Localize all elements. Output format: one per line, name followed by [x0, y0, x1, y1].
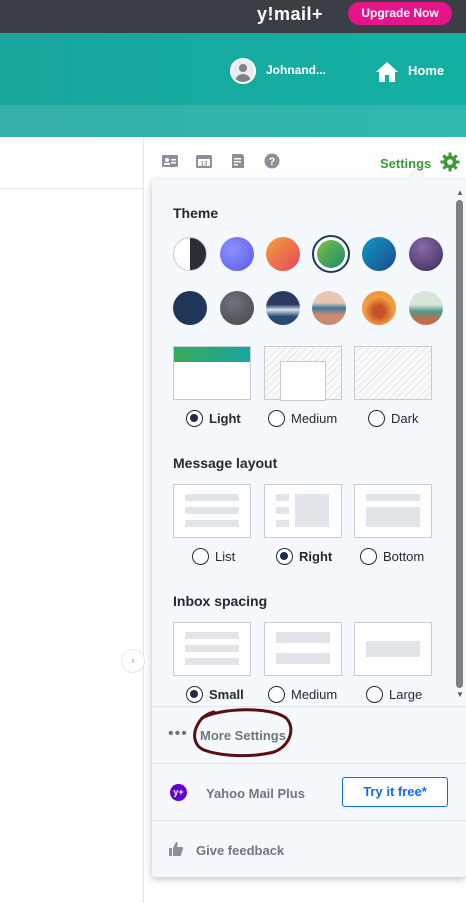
upgrade-now-button[interactable]: Upgrade Now — [348, 2, 452, 25]
layout-right-option[interactable]: Right — [276, 548, 332, 565]
yahoo-mail-plus-logo[interactable]: y!mail+ — [257, 4, 323, 25]
theme-swatch-wave[interactable] — [266, 291, 300, 325]
theme-swatch-lighthouse[interactable] — [409, 291, 443, 325]
message-layout-title: Message layout — [173, 455, 278, 471]
theme-dark-radio[interactable] — [368, 410, 385, 427]
theme-swatch-violet[interactable] — [220, 237, 254, 271]
more-settings-link[interactable]: More Settings — [200, 728, 286, 743]
spacing-medium-option[interactable]: Medium — [268, 686, 337, 703]
calendar-icon[interactable]: 13 — [195, 153, 213, 169]
spacing-small-thumbnail[interactable] — [173, 622, 251, 676]
divider — [152, 820, 466, 821]
theme-medium-radio[interactable] — [268, 410, 285, 427]
layout-list-thumbnail[interactable] — [173, 484, 251, 538]
expand-pane-button[interactable]: › — [121, 649, 145, 673]
spacing-small-option[interactable]: Small — [186, 686, 244, 703]
theme-dark-option[interactable]: Dark — [368, 410, 418, 427]
theme-swatch-green[interactable] — [312, 235, 350, 273]
layout-list-radio[interactable] — [192, 548, 209, 565]
settings-panel: ▲ ▼ Theme Light Medium Dark Message layo… — [152, 180, 466, 877]
theme-light-label: Light — [209, 411, 241, 426]
username-label[interactable]: Johnand... — [266, 63, 326, 77]
layout-bottom-label: Bottom — [383, 549, 425, 564]
spacing-large-label: Large — [389, 687, 423, 702]
divider — [152, 706, 466, 707]
layout-right-thumbnail[interactable] — [264, 484, 342, 538]
layout-right-radio[interactable] — [276, 548, 293, 565]
theme-light-option[interactable]: Light — [186, 410, 241, 427]
theme-swatch-navy[interactable] — [173, 291, 207, 325]
top-bar: y!mail+ Upgrade Now — [0, 0, 466, 33]
yahoo-mail-plus-label: Yahoo Mail Plus — [206, 786, 305, 801]
thumbs-up-icon — [169, 842, 184, 856]
header: Johnand... Home — [0, 33, 466, 137]
spacing-medium-label: Medium — [291, 687, 338, 702]
scrollbar-thumb[interactable] — [456, 200, 463, 688]
give-feedback-link[interactable]: Give feedback — [196, 843, 284, 858]
avatar[interactable] — [230, 58, 256, 84]
spacing-medium-thumbnail[interactable] — [264, 622, 342, 676]
theme-swatch-contrast[interactable] — [173, 237, 207, 271]
divider — [152, 763, 466, 764]
layout-bottom-thumbnail[interactable] — [354, 484, 432, 538]
gear-icon[interactable] — [440, 152, 460, 172]
theme-title: Theme — [173, 205, 219, 221]
theme-swatch-beach[interactable] — [312, 291, 346, 325]
theme-light-thumbnail[interactable] — [173, 346, 251, 400]
layout-list-label: List — [215, 549, 236, 564]
svg-text:13: 13 — [201, 162, 208, 168]
settings-link[interactable]: Settings — [380, 156, 431, 171]
theme-swatch-purple[interactable] — [409, 237, 443, 271]
theme-medium-option[interactable]: Medium — [268, 410, 337, 427]
contacts-icon[interactable] — [161, 153, 179, 169]
svg-text:?: ? — [269, 156, 276, 168]
home-icon[interactable] — [374, 60, 400, 84]
theme-swatch-gray[interactable] — [220, 291, 254, 325]
pane-divider — [0, 188, 144, 189]
spacing-medium-radio[interactable] — [268, 686, 285, 703]
theme-light-radio[interactable] — [186, 410, 203, 427]
home-link[interactable]: Home — [408, 63, 444, 78]
theme-dark-thumbnail[interactable] — [354, 346, 432, 400]
theme-medium-label: Medium — [291, 411, 338, 426]
theme-swatch-desert[interactable] — [362, 291, 396, 325]
spacing-large-radio[interactable] — [366, 686, 383, 703]
yahoo-plus-icon: y+ — [170, 784, 187, 801]
scroll-up-arrow[interactable]: ▲ — [456, 188, 464, 197]
spacing-small-label: Small — [209, 687, 244, 702]
spacing-large-thumbnail[interactable] — [354, 622, 432, 676]
header-strip — [0, 105, 466, 137]
help-icon[interactable]: ? — [264, 153, 280, 169]
spacing-small-radio[interactable] — [186, 686, 203, 703]
theme-swatch-blue[interactable] — [362, 237, 396, 271]
more-dots-icon: ••• — [168, 725, 188, 742]
message-list-pane: › — [0, 137, 145, 903]
scroll-down-arrow[interactable]: ▼ — [456, 690, 464, 699]
layout-bottom-option[interactable]: Bottom — [360, 548, 424, 565]
theme-dark-label: Dark — [391, 411, 419, 426]
theme-medium-thumbnail[interactable] — [264, 346, 342, 401]
theme-swatch-sunset[interactable] — [266, 237, 300, 271]
layout-right-label: Right — [299, 549, 333, 564]
layout-list-option[interactable]: List — [192, 548, 235, 565]
spacing-large-option[interactable]: Large — [366, 686, 422, 703]
notepad-icon[interactable] — [230, 153, 246, 169]
try-it-free-button[interactable]: Try it free* — [342, 777, 448, 807]
inbox-spacing-title: Inbox spacing — [173, 593, 268, 609]
layout-bottom-radio[interactable] — [360, 548, 377, 565]
